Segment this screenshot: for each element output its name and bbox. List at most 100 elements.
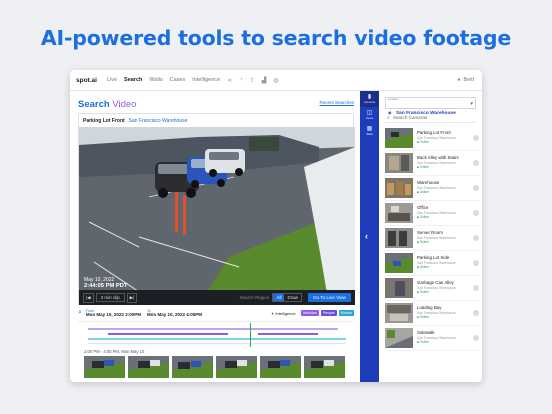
top-nav: spot.ai Live Search Walls Cases Intellig… — [70, 70, 360, 91]
camera-list-item[interactable]: Server RoomSan Francisco WarehouseOnline — [385, 226, 480, 251]
camera-thumbnail — [385, 203, 413, 223]
add-camera-icon[interactable] — [473, 135, 479, 141]
camera-thumbnail — [385, 153, 413, 173]
camera-list-item[interactable]: Garbage Can Alley San Francisco Warehouse… — [385, 276, 480, 301]
nav-search[interactable]: Search — [124, 77, 142, 83]
camera-thumbnail — [385, 178, 413, 198]
camera-list-item[interactable]: Loading BaySan Francisco WarehouseOnline — [385, 301, 480, 326]
camera-card-header: Parking Lot Front San Francisco Warehous… — [79, 114, 353, 127]
rail-views-label: Views — [365, 116, 374, 120]
add-camera-icon[interactable] — [473, 235, 479, 241]
status-badge: Online — [417, 340, 473, 344]
go-to-live-button[interactable]: Go To Live View — [307, 293, 351, 302]
activity-timeline[interactable] — [78, 321, 354, 347]
filter-bar: ⌕ From Mon May 10, 2022 2:00PM To Mon Ma… — [78, 307, 354, 319]
nav-cases[interactable]: Cases — [170, 77, 186, 83]
timeline-track-motion — [88, 338, 346, 340]
search-region-label: Search Region — [239, 295, 270, 300]
user-name[interactable]: Brett — [463, 77, 474, 83]
add-camera-icon[interactable] — [473, 285, 479, 291]
region-draw-button[interactable]: Draw — [284, 294, 301, 301]
user-area: ● Brett — [360, 70, 482, 91]
intelligence-label: ✦ Intelligence — [271, 311, 296, 316]
search-main: Search Video Recent Searches Parking Lot… — [70, 91, 360, 382]
logo: spot.ai — [76, 76, 97, 84]
prev-clip-icon[interactable]: |◀ — [83, 292, 94, 303]
to-date-field[interactable]: To Mon May 10, 2022 4:00PM — [147, 309, 202, 318]
rail-walls[interactable]: ▦ Walls — [360, 123, 379, 139]
share-icon[interactable]: ⋖ — [227, 77, 232, 84]
camera-search-placeholder: Search Cameras — [392, 115, 428, 120]
signal-icon[interactable]: ▟ — [262, 77, 267, 84]
camera-thumbnail — [385, 253, 413, 273]
sidebar-rail: ▮ Cameras ◫ Views ▦ Walls ‹ — [360, 91, 379, 382]
result-thumbnail[interactable] — [260, 356, 301, 378]
recent-searches-link[interactable]: Recent Searches — [319, 100, 354, 105]
camera-thumbnail — [385, 228, 413, 248]
camera-list-item[interactable]: OfficeSan Francisco WarehouseOnline — [385, 201, 480, 226]
result-thumbnail[interactable] — [216, 356, 257, 378]
camera-thumbnail — [385, 303, 413, 323]
result-thumbnail[interactable] — [172, 356, 213, 378]
chevron-down-icon: ▾ — [470, 101, 473, 107]
nav-intelligence[interactable]: Intelligence — [192, 77, 220, 83]
search-icon: ⌕ — [387, 114, 390, 121]
timeline-track-people — [108, 333, 228, 335]
nav-walls[interactable]: Walls — [149, 77, 162, 83]
region-toggle: All Draw — [272, 293, 302, 302]
timeline-track-people-2 — [258, 333, 318, 335]
search-icon: ⌕ — [78, 309, 82, 316]
chip-motion[interactable]: Motion — [338, 310, 354, 316]
from-value: Mon May 10, 2022 2:00PM — [85, 312, 141, 317]
title-sub: Video — [112, 99, 137, 110]
title-main: Search — [78, 99, 110, 110]
status-badge: Online — [417, 215, 473, 219]
timeline-axis — [88, 343, 346, 344]
rail-cameras[interactable]: ▮ Cameras — [360, 91, 379, 107]
clip-length-select[interactable]: 3 min clip — [95, 293, 125, 302]
add-camera-icon[interactable] — [473, 160, 479, 166]
nav-live[interactable]: Live — [107, 77, 117, 83]
chip-people[interactable]: People — [320, 310, 337, 316]
next-clip-icon[interactable]: ▶| — [126, 292, 138, 303]
intelligence-text: Intelligence — [275, 310, 296, 316]
camera-list-item[interactable]: SidewalkSan Francisco WarehouseOnline — [385, 326, 480, 351]
from-date-field[interactable]: From Mon May 10, 2022 2:00PM — [86, 309, 141, 318]
region-all-button[interactable]: All — [273, 294, 285, 301]
camera-list-item[interactable]: Parking Lot SideSan Francisco WarehouseO… — [385, 251, 480, 276]
status-badge: Online — [417, 290, 473, 294]
camera-list-item[interactable]: WarehouseSan Francisco WarehouseOnline — [385, 176, 480, 201]
add-camera-icon[interactable] — [473, 260, 479, 266]
results-range-label: 2:00 PM - 4:00 PM, Mon May 10 — [84, 349, 145, 354]
status-badge: Online — [417, 140, 473, 144]
camera-panel: Location ◉ San Francisco Warehouse ▾ ⌕ S… — [379, 91, 482, 382]
add-camera-icon[interactable] — [473, 310, 479, 316]
globe-icon[interactable]: ◍ — [273, 77, 278, 84]
camera-search-input[interactable]: ⌕ Search Cameras — [385, 113, 476, 123]
user-avatar-icon[interactable]: ● — [457, 77, 460, 83]
camera-list-item[interactable]: Back Alley with Stairs San Francisco Ware… — [385, 151, 480, 176]
chip-vehicles[interactable]: Vehicles — [300, 310, 319, 316]
collapse-chevron-icon[interactable]: ‹ — [365, 231, 368, 241]
camera-list: Parking Lot Front San Francisco Warehouse… — [385, 126, 480, 351]
timeline-playhead[interactable] — [250, 323, 252, 347]
video-player[interactable]: May 10, 2022 2:44:05 PM PDT |◀ 3 min cli… — [79, 127, 355, 305]
headline: AI-powered tools to search video footage — [40, 26, 512, 50]
location-select[interactable]: Location ◉ San Francisco Warehouse ▾ — [385, 97, 476, 116]
rail-walls-label: Walls — [366, 132, 373, 136]
rail-views[interactable]: ◫ Views — [360, 107, 379, 123]
video-controls: |◀ 3 min clip ▶| Search Region All Draw … — [79, 290, 355, 305]
add-camera-icon[interactable] — [473, 185, 479, 191]
result-thumbnail[interactable] — [128, 356, 169, 378]
status-badge: Online — [417, 265, 473, 269]
add-camera-icon[interactable] — [473, 335, 479, 341]
camera-location[interactable]: San Francisco Warehouse — [129, 118, 188, 124]
add-camera-icon[interactable] — [473, 210, 479, 216]
camera-list-item[interactable]: Parking Lot Front San Francisco Warehouse… — [385, 126, 480, 151]
result-thumbnail[interactable] — [304, 356, 345, 378]
timeline-track-vehicles — [88, 328, 338, 330]
bell-icon[interactable]: ◔ — [239, 77, 243, 83]
camera-thumbnail — [385, 128, 413, 148]
upload-icon[interactable]: ⇪ — [250, 77, 255, 84]
result-thumbnail[interactable] — [84, 356, 125, 378]
